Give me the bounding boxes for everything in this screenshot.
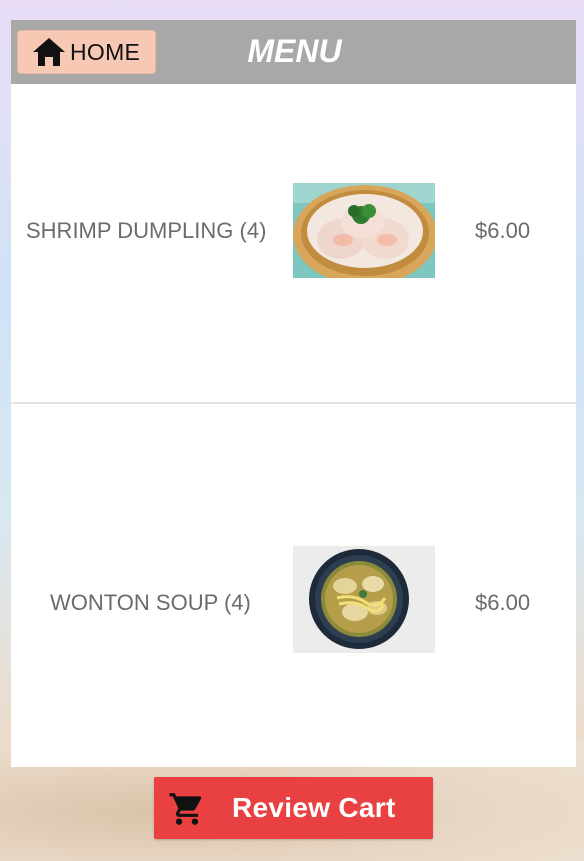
- menu-item-price: $6.00: [475, 218, 531, 243]
- wonton-soup-photo[interactable]: [293, 546, 435, 653]
- review-cart-button[interactable]: Review Cart: [154, 777, 433, 839]
- shopping-cart-icon: [169, 793, 202, 825]
- menu-item-price: $6.00: [475, 590, 531, 615]
- menu-item[interactable]: WONTON SOUP (4) $6.00: [11, 406, 576, 767]
- shrimp-dumpling-photo[interactable]: [293, 183, 435, 278]
- menu-item-name: SHRIMP DUMPLING (4): [26, 218, 267, 243]
- header-bar: HOME MENU: [11, 20, 576, 84]
- page-title: MENU: [247, 33, 342, 69]
- review-cart-label: Review Cart: [232, 792, 396, 823]
- menu-item-name: WONTON SOUP (4): [50, 590, 251, 615]
- menu-panel: HOME MENU SHRIMP DUMPLING (4) $6.00 WONT…: [11, 20, 576, 767]
- menu-item[interactable]: SHRIMP DUMPLING (4) $6.00: [11, 84, 576, 404]
